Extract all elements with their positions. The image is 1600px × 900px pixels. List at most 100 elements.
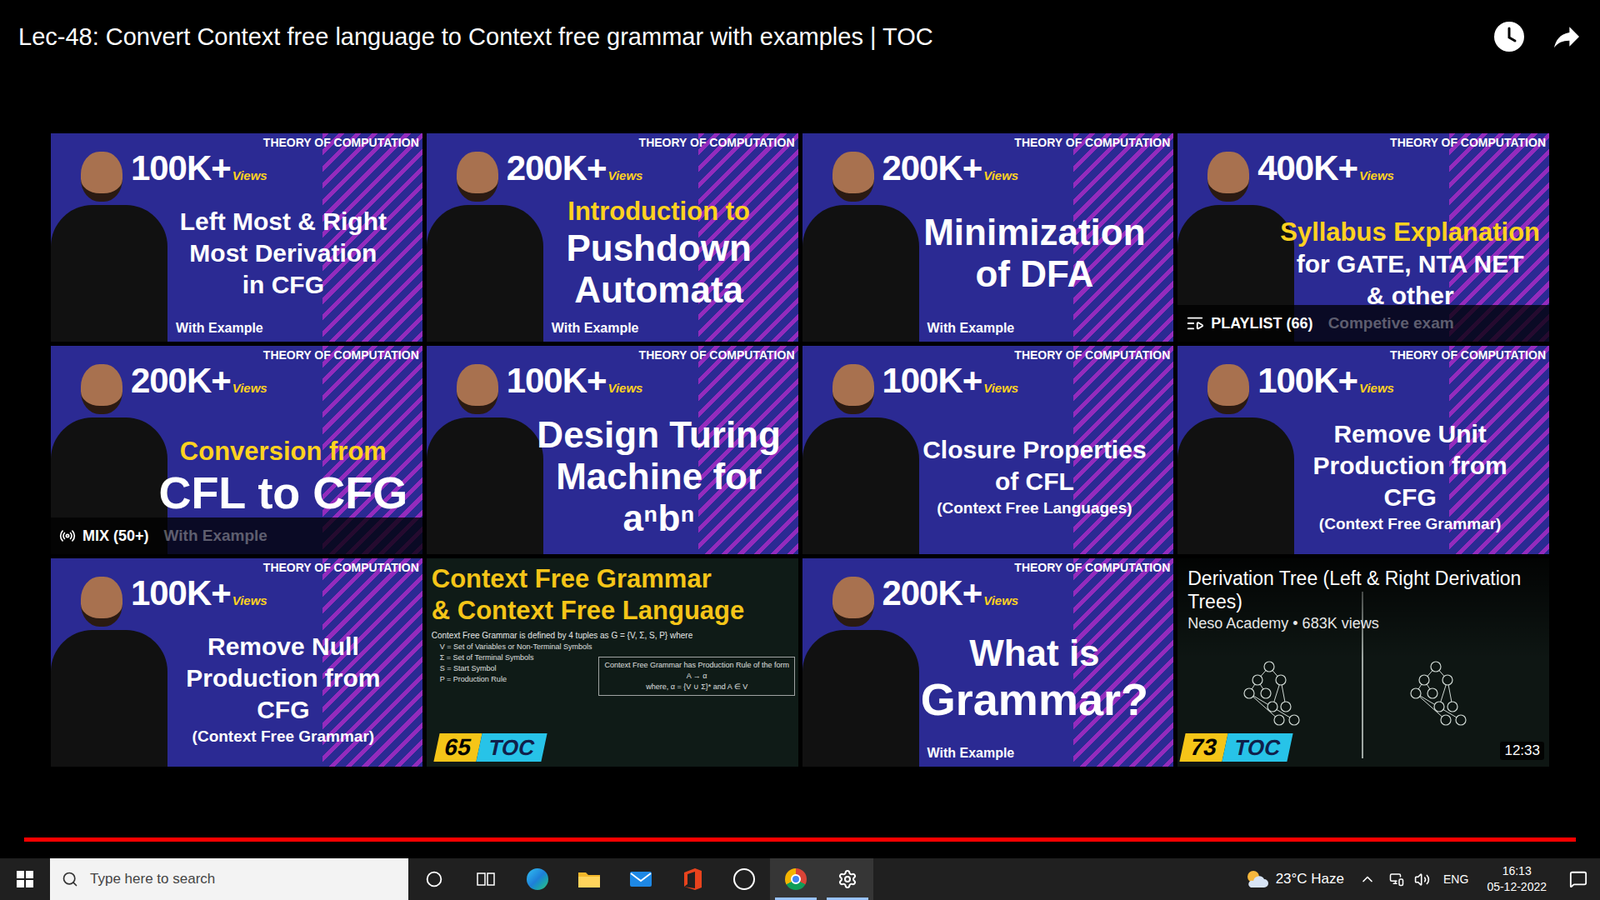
banner: THEORY OF COMPUTATION [426,133,799,150]
title-line: for GATE, NTA NET [1296,248,1525,280]
video-title: Derivation Tree (Left & Right Derivation… [1187,566,1540,614]
thumbnail-title: Introduction toPushdownAutomata [426,186,799,320]
episode-badge: 65TOC [436,733,794,762]
taskbar-app[interactable] [770,858,822,900]
taskbar-app[interactable] [821,858,874,900]
overlay-bar[interactable]: PLAYLIST (66)Competive exam [1177,305,1550,342]
video-thumbnail[interactable]: THEORY OF COMPUTATION100K+ViewsRemove Nu… [50,558,423,767]
views-badge: 200K+Views [426,150,799,187]
definition-line: V = Set of Variables or Non-Terminal Sym… [440,641,593,653]
taskbar-app[interactable] [460,858,512,900]
thumbnail-footer: With Example [426,320,799,342]
thumbnail-title: Remove UnitProduction fromCFG(Context Fr… [1177,399,1550,555]
banner: THEORY OF COMPUTATION [50,558,423,575]
video-thumbnail[interactable]: THEORY OF COMPUTATION200K+ViewsConversio… [50,345,423,555]
video-channel: Neso Academy • 683K views [1187,613,1540,634]
thumbnail-title: Design TuringMachine foraⁿbⁿ [426,399,799,555]
notification-icon [1569,870,1588,889]
notifications[interactable] [1556,858,1600,900]
taskbar-app[interactable] [718,858,770,900]
title-line: Left Most & Right [180,205,387,238]
chevron-up-icon[interactable] [1359,870,1376,888]
title-line: (Context Free Grammar) [192,725,375,748]
video-thumbnail[interactable]: THEORY OF COMPUTATION100K+ViewsDesign Tu… [426,345,799,555]
taskbar-app[interactable] [615,858,667,900]
watch-later-icon[interactable] [1493,20,1525,53]
title-line: Syllabus Explanation [1280,216,1540,249]
title-line: (Context Free Languages) [936,497,1132,520]
player-header: Lec-48: Convert Context free language to… [0,0,1600,74]
start-button[interactable] [0,858,50,900]
taskbar: Type here to search 23°C Haze ENG 16:1305-1… [0,858,1600,900]
banner: THEORY OF COMPUTATION [426,345,799,363]
task-view-icon [476,870,495,888]
network-icon[interactable] [1389,871,1405,887]
taskbar-app[interactable] [408,858,460,900]
progress-bar[interactable] [24,837,1576,842]
playlist-icon [1185,314,1205,333]
taskbar-app[interactable] [511,858,564,900]
views-badge: 100K+Views [1177,362,1550,400]
video-thumbnail[interactable]: THEORY OF COMPUTATION200K+Views What isGr… [802,558,1175,767]
chrome-icon [785,868,807,890]
banner: THEORY OF COMPUTATION [802,558,1175,575]
video-thumbnail[interactable]: THEORY OF COMPUTATION200K+ViewsIntroduct… [426,133,799,342]
video-thumbnail[interactable]: THEORY OF COMPUTATION100K+ViewsRemove Un… [1177,345,1550,555]
rule-box: Context Free Grammar has Production Rule… [598,656,795,696]
video-title: Lec-48: Convert Context free language to… [18,20,934,54]
video-thumbnail[interactable]: THEORY OF COMPUTATION400K+ViewsSyllabus … [1177,133,1550,342]
title-line: of CFL [995,465,1075,498]
definition-line: Σ = Set of Terminal Symbols [440,652,593,664]
title-line: (Context Free Grammar) [1319,513,1502,535]
title-line: Production from [1312,450,1507,482]
weather[interactable]: 23°C Haze [1237,868,1351,890]
video-thumbnail[interactable]: THEORY OF COMPUTATION100K+ViewsLeft Most… [50,133,423,342]
video-thumbnail[interactable]: Derivation Tree (Left & Right Derivation… [1177,558,1550,767]
video-thumbnail[interactable]: Context Free Grammar& Context Free Langu… [426,558,799,767]
share-icon[interactable] [1550,20,1584,54]
views-badge: 200K+Views [802,575,1175,612]
title-line: Pushdown [565,227,751,270]
search-box[interactable]: Type here to search [50,858,409,900]
views-badge: 100K+Views [802,362,1175,400]
language[interactable]: ENG [1443,870,1469,889]
title-line: Grammar? [920,674,1149,725]
views-badge: 400K+Views [1177,150,1550,187]
taskbar-app[interactable] [563,858,615,900]
thumbnail-heading: & Context Free Language [431,595,794,627]
views-badge: 100K+Views [50,575,423,612]
banner: THEORY OF COMPUTATION [802,133,1175,150]
dell-icon [733,868,755,890]
title-line: Most Derivation [189,237,377,270]
screen: Lec-48: Convert Context free language to… [0,0,1600,900]
definition-line: P = Production Rule [440,674,593,685]
title-line: Introduction to [567,195,750,228]
title-line: Conversion from [180,435,387,468]
video-thumbnail[interactable]: THEORY OF COMPUTATION200K+Views Minimizat… [802,133,1175,342]
title-line: Closure Properties [922,434,1146,466]
end-screen-grid: THEORY OF COMPUTATION100K+ViewsLeft Most… [0,133,1600,767]
mail-icon [629,870,653,889]
title-line: CFG [1383,481,1436,514]
banner: THEORY OF COMPUTATION [50,345,423,363]
clock[interactable]: 16:1305-12-2022 [1476,863,1557,895]
volume-icon[interactable] [1414,871,1430,888]
duration: 12:33 [1500,741,1545,760]
weather-icon [1244,869,1270,890]
edge-icon [526,868,549,890]
taskbar-app[interactable] [666,858,719,900]
overlay-bar[interactable]: MIX (50+)With Example [50,517,423,555]
title-line: Minimization [923,211,1145,254]
video-thumbnail[interactable]: THEORY OF COMPUTATION100K+ViewsClosure P… [802,345,1175,555]
definition-line: S = Start Symbol [440,663,593,675]
views-badge: 100K+Views [426,362,799,400]
title-line: Automata [574,269,744,311]
title-line: Production from [185,662,380,695]
settings-icon [837,869,858,890]
banner: THEORY OF COMPUTATION [50,133,423,150]
title-line: of DFA [975,253,1094,295]
folder-icon [577,869,601,890]
search-icon [61,870,79,888]
title-line: What is [969,632,1100,675]
views-badge: 200K+Views [802,150,1175,187]
